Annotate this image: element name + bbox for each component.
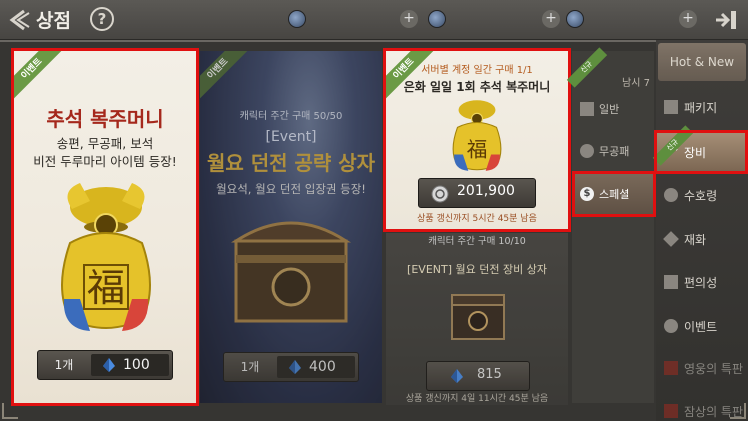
lucky-pouch-icon: 福 [452, 100, 502, 171]
price-value: 815 [477, 367, 502, 382]
price-box: 100 [91, 354, 169, 376]
subtab-label: 스페셜 [599, 188, 630, 201]
event-ribbon: 이벤트 [200, 51, 252, 103]
bag-icon [664, 275, 678, 289]
guardian-icon [664, 188, 678, 202]
nav-label: 이벤트 [684, 319, 718, 334]
currency-icon [288, 10, 306, 28]
product-card-chuseok-pouch[interactable]: 이벤트 추석 복주머니 송편, 무공패, 보석 비전 두루마리 아이템 등장! … [14, 51, 196, 403]
refresh-timer: 상품 갱신까지 4일 11시간 45분 남음 [405, 394, 549, 404]
nav-label: 편의성 [684, 275, 718, 290]
add-currency-icon[interactable]: + [542, 10, 560, 28]
diamond-icon [663, 231, 679, 247]
nav-item-hero-sale[interactable]: 영웅의 특판 [656, 349, 748, 387]
purchase-limit: 캐릭터 주간 구매 10/10 [428, 236, 526, 247]
partial-label: 남시 7 [622, 78, 650, 89]
nav-item-guardian[interactable]: 수호령 [656, 176, 748, 214]
hero-icon [664, 361, 678, 375]
product-title: 월요 던전 공략 상자 [206, 151, 376, 175]
treasure-chest-icon [230, 221, 352, 323]
product-description: 월요석, 월요 던전 입장권 등장! [216, 182, 366, 196]
shop-screen: 상점 ? + + + 이벤트 추석 복주머니 송편, 무공패, 보석 비전 두루… [0, 0, 748, 421]
product-card-monday-dungeon-box[interactable]: 이벤트 캐릭터 주간 구매 50/50 [Event] 월요 던전 공략 상자 … [200, 51, 382, 403]
nav-item-event[interactable]: 이벤트 [656, 307, 748, 345]
help-icon[interactable]: ? [90, 7, 114, 31]
frame-ornament [730, 403, 746, 419]
product-title: 은화 일일 1회 추석 복주머니 [403, 80, 551, 94]
buy-button[interactable]: 201,900 [418, 178, 536, 208]
hot-new-tab[interactable]: Hot & New [658, 43, 746, 81]
price-value: 201,900 [457, 183, 515, 199]
buy-button[interactable]: 1개 100 [37, 350, 173, 380]
nav-item-currency[interactable]: 재화 [656, 220, 748, 258]
price-value: 400 [309, 359, 336, 375]
subtab-label: 무공패 [599, 145, 630, 158]
event-icon [664, 319, 678, 333]
nav-label: 재화 [684, 232, 707, 247]
blue-gem-icon [289, 360, 301, 374]
back-arrow-icon[interactable] [8, 8, 32, 32]
treasure-chest-icon [451, 294, 505, 340]
purchase-limit: 서버별 계정 일간 구매 1/1 [421, 65, 533, 76]
nav-label: 패키지 [684, 100, 718, 115]
nav-label: 장비 [684, 145, 707, 160]
event-ribbon: 이벤트 [14, 51, 66, 103]
quantity-label: 1개 [54, 358, 74, 372]
refresh-timer: 상품 갱신까지 5시간 45분 남음 [417, 214, 537, 224]
subtab-general[interactable]: 일반 [572, 88, 654, 130]
purchase-limit: 캐릭터 주간 구매 50/50 [239, 111, 343, 122]
quantity-label: 1개 [240, 360, 260, 374]
subtab-label: 일반 [599, 103, 620, 116]
currency-icon [566, 10, 584, 28]
product-card-silver-pouch[interactable]: 이벤트 서버별 계정 일간 구매 1/1 은화 일일 1회 추석 복주머니 福 … [386, 51, 568, 229]
package-icon [664, 100, 678, 114]
merchant-icon [664, 404, 678, 418]
subtab-special[interactable]: $ 스페셜 [572, 173, 654, 215]
product-card-monday-gear-box[interactable]: 캐릭터 주간 구매 10/10 [EVENT] 월요 던전 장비 상자 815 … [386, 233, 568, 405]
top-bar: 상점 ? + + + [0, 0, 748, 40]
page-title: 상점 [36, 10, 71, 32]
product-title: 추석 복주머니 [46, 107, 164, 131]
blue-gem-icon [103, 358, 115, 372]
event-tag: [Event] [265, 129, 317, 145]
nav-label: 영웅의 특판 [684, 361, 744, 376]
product-description: 송편, 무공패, 보석 [56, 136, 154, 151]
price-box: 400 [277, 356, 355, 378]
lucky-pouch-icon: 福 [61, 183, 151, 331]
event-ribbon: 이벤트 [386, 51, 438, 103]
product-title: [EVENT] 월요 던전 장비 상자 [407, 263, 547, 276]
currency-icon [428, 10, 446, 28]
buy-button[interactable]: 1개 400 [223, 352, 359, 382]
add-currency-icon[interactable]: + [679, 10, 697, 28]
price-value: 100 [123, 357, 150, 373]
special-coin-icon: $ [580, 187, 594, 201]
badge-icon [580, 144, 594, 158]
silver-coin-icon [431, 185, 449, 203]
box-icon [580, 102, 594, 116]
subtab-mugongpae[interactable]: 무공패 [572, 130, 654, 172]
nav-label: 수호령 [684, 188, 718, 203]
add-currency-icon[interactable]: + [400, 10, 418, 28]
nav-item-package[interactable]: 패키지 [656, 88, 748, 126]
frame-ornament [2, 403, 18, 419]
svg-text:福: 福 [467, 138, 488, 162]
exit-icon[interactable] [712, 8, 740, 32]
nav-item-convenience[interactable]: 편의성 [656, 263, 748, 301]
buy-button[interactable]: 815 [426, 361, 530, 391]
blue-gem-icon [451, 369, 463, 383]
product-description: 비전 두루마리 아이템 등장! [33, 154, 177, 169]
svg-text:福: 福 [87, 266, 125, 310]
